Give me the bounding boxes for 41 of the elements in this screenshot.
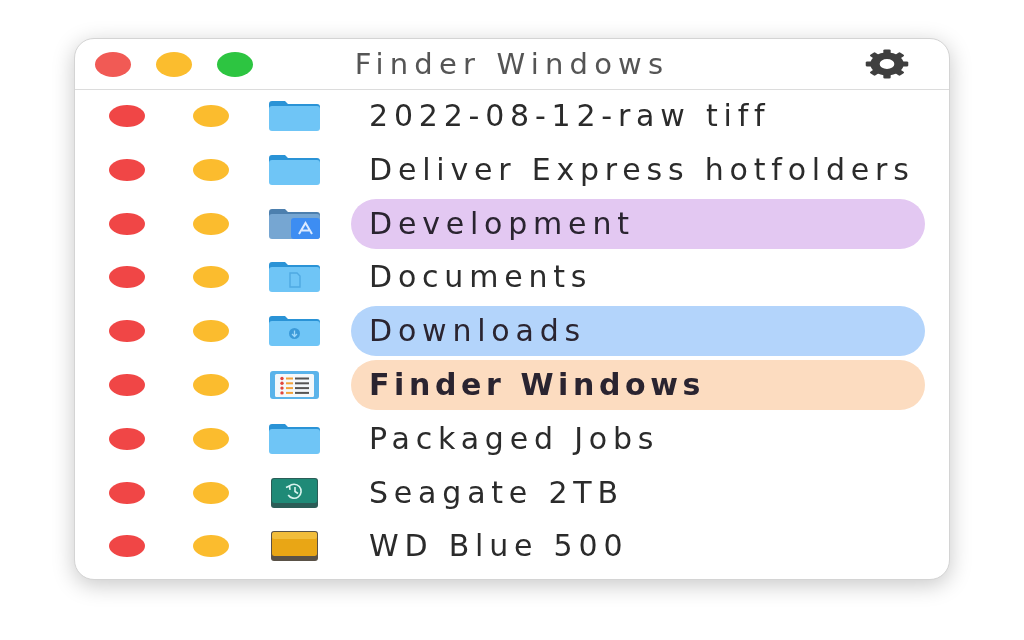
window-name[interactable]: Finder Windows: [351, 360, 925, 410]
list-icon: [269, 370, 320, 400]
window-title: Finder Windows: [354, 46, 670, 82]
window-name[interactable]: Downloads: [351, 306, 925, 357]
close-dot-icon[interactable]: [95, 51, 131, 77]
folder-icon: [269, 154, 320, 185]
drive-icon: [269, 531, 320, 562]
close-dot-icon[interactable]: [109, 481, 145, 504]
minimize-dot-icon[interactable]: [193, 374, 229, 396]
minimize-dot-icon[interactable]: [193, 535, 229, 558]
window-name[interactable]: Deliver Express hotfolders: [351, 151, 933, 188]
close-dot-icon[interactable]: [109, 158, 145, 181]
close-dot-icon[interactable]: [109, 427, 145, 450]
window-name[interactable]: Development: [351, 198, 925, 249]
document-folder-icon: [269, 262, 320, 293]
folder-app-icon: [269, 208, 320, 239]
close-dot-icon[interactable]: [109, 212, 145, 235]
close-dot-icon[interactable]: [109, 374, 145, 396]
window-name[interactable]: WD Blue 500: [351, 528, 647, 565]
window-name[interactable]: Documents: [351, 259, 611, 296]
close-dot-icon[interactable]: [109, 535, 145, 558]
close-dot-icon[interactable]: [109, 266, 145, 289]
minimize-dot-icon[interactable]: [193, 481, 229, 504]
folder-icon: [269, 101, 320, 131]
settings-icon[interactable]: [865, 49, 909, 79]
minimize-dot-icon[interactable]: [193, 266, 229, 289]
minimize-dot-icon[interactable]: [156, 51, 192, 77]
minimize-dot-icon[interactable]: [193, 105, 229, 127]
minimize-dot-icon[interactable]: [193, 427, 229, 450]
folder-icon: [269, 423, 320, 454]
window-name[interactable]: Seagate 2TB: [351, 474, 642, 511]
window-name[interactable]: 2022-08-12-raw tiff: [351, 98, 789, 134]
minimize-dot-icon[interactable]: [193, 158, 229, 181]
close-dot-icon[interactable]: [109, 320, 145, 343]
close-dot-icon[interactable]: [109, 105, 145, 127]
download-folder-icon: [269, 316, 320, 347]
minimize-dot-icon[interactable]: [193, 212, 229, 235]
zoom-dot-icon[interactable]: [217, 51, 253, 77]
minimize-dot-icon[interactable]: [193, 320, 229, 343]
backup-drive-icon: [269, 477, 320, 508]
window-name[interactable]: Packaged Jobs: [351, 420, 678, 457]
